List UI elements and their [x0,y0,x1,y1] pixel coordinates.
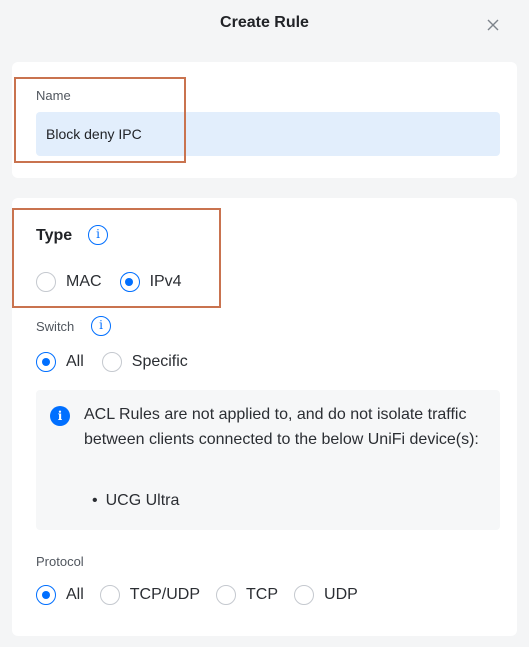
switch-option-specific[interactable]: Specific [101,352,188,372]
dialog-title: Create Rule [220,14,309,31]
protocol-radio-group: All TCP/UDP TCP UDP [36,585,372,605]
type-title: Type [36,227,73,244]
type-option-label: IPv4 [149,273,182,290]
type-option-ipv4[interactable]: IPv4 [119,272,182,292]
dialog-header: Create Rule [0,0,529,50]
info-filled-icon: i [50,406,70,426]
rule-settings-card: Type i MAC IPv4 Switch i All Specific i … [12,198,517,636]
device-list-item: • UCG Ultra [92,492,180,509]
info-icon[interactable]: i [91,316,111,336]
protocol-option-udp[interactable]: UDP [294,585,358,605]
radio-ipv4[interactable] [119,272,140,292]
protocol-option-label: All [66,586,84,603]
type-radio-group: MAC IPv4 [36,272,196,292]
switch-title: Switch [36,319,75,334]
protocol-option-label: TCP/UDP [129,586,201,603]
switch-option-label: Specific [131,353,188,370]
name-card: Name [12,62,517,178]
radio-switch-specific[interactable] [101,352,122,372]
radio-protocol-tcpudp[interactable] [99,585,120,605]
switch-option-all[interactable]: All [36,352,84,372]
protocol-title: Protocol [36,554,84,569]
radio-mac[interactable] [36,272,56,292]
protocol-option-all[interactable]: All [36,585,84,605]
radio-protocol-all[interactable] [36,585,56,605]
switch-option-label: All [66,353,84,370]
type-option-mac[interactable]: MAC [36,272,102,292]
device-name: UCG Ultra [105,492,180,509]
protocol-option-tcp[interactable]: TCP [216,585,278,605]
name-input[interactable] [36,112,500,156]
protocol-option-label: UDP [324,586,358,603]
radio-protocol-udp[interactable] [294,585,315,605]
close-icon[interactable] [485,17,501,33]
notice-text: ACL Rules are not applied to, and do not… [84,406,479,448]
type-option-label: MAC [66,273,102,290]
switch-radio-group: All Specific [36,352,202,372]
radio-protocol-tcp[interactable] [216,585,237,605]
protocol-option-label: TCP [246,586,279,603]
radio-switch-all[interactable] [36,352,56,372]
acl-notice: i ACL Rules are not applied to, and do n… [36,390,500,530]
name-label: Name [36,88,71,103]
info-icon[interactable]: i [88,225,108,245]
protocol-option-tcpudp[interactable]: TCP/UDP [99,585,201,605]
